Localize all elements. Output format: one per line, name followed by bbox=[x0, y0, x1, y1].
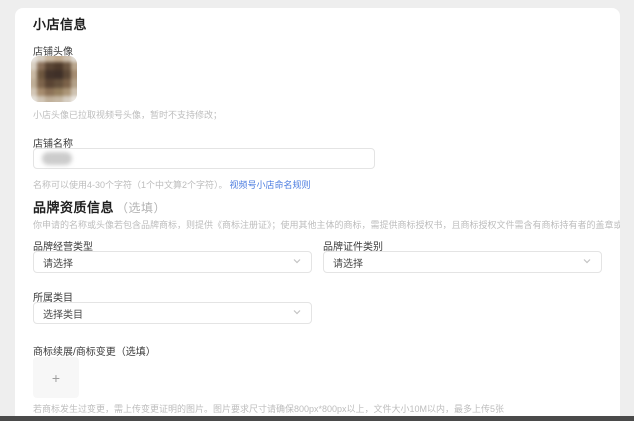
brand-info-optional-suffix: （选填） bbox=[116, 201, 166, 215]
trademark-upload-note: 若商标发生过变更，需上传变更证明的图片。图片要求尺寸请确保800px*800px… bbox=[33, 402, 504, 415]
avatar-note: 小店头像已拉取视频号头像，暂时不支持修改； bbox=[33, 108, 222, 121]
brand-info-title-text: 品牌资质信息 bbox=[33, 200, 114, 215]
avatar-pixelated-mosaic bbox=[31, 56, 77, 102]
naming-rules-link[interactable]: 视频号小店命名规则 bbox=[230, 180, 311, 190]
category-select[interactable]: 选择类目 bbox=[33, 302, 312, 324]
store-name-note-text: 名称可以使用4-30个字符（1个中文算2个字符）。 bbox=[33, 180, 228, 190]
chevron-down-icon bbox=[582, 253, 592, 271]
trademark-upload-button[interactable]: + bbox=[33, 357, 79, 398]
store-name-input[interactable] bbox=[33, 148, 375, 169]
page-background: 小店信息 店铺头像 小店头像已拉取视频号头像，暂时不支持修改； 店铺名称 名称可… bbox=[0, 0, 634, 421]
chevron-down-icon bbox=[292, 253, 302, 271]
category-placeholder: 选择类目 bbox=[43, 306, 83, 321]
chevron-down-icon bbox=[292, 304, 302, 322]
plus-icon: + bbox=[52, 371, 60, 385]
section-title-brand-info: 品牌资质信息（选填） bbox=[33, 197, 166, 216]
store-name-note: 名称可以使用4-30个字符（1个中文算2个字符）。视频号小店命名规则 bbox=[33, 178, 311, 191]
brand-info-description: 你申请的名称或头像若包含品牌商标，则提供《商标注册证》；使用其他主体的商标，需提… bbox=[33, 218, 620, 231]
cert-type-select[interactable]: 请选择 bbox=[323, 251, 602, 273]
trademark-change-label: 商标续展/商标变更（选填） bbox=[33, 343, 156, 358]
brand-type-select[interactable]: 请选择 bbox=[33, 251, 312, 273]
brand-type-placeholder: 请选择 bbox=[43, 255, 73, 270]
window-bottom-edge bbox=[0, 416, 634, 421]
shop-info-card: 小店信息 店铺头像 小店头像已拉取视频号头像，暂时不支持修改； 店铺名称 名称可… bbox=[15, 8, 620, 417]
store-avatar-image bbox=[31, 56, 77, 102]
section-title-shop-info: 小店信息 bbox=[33, 14, 87, 33]
redacted-store-name bbox=[42, 152, 72, 165]
cert-type-placeholder: 请选择 bbox=[333, 255, 363, 270]
